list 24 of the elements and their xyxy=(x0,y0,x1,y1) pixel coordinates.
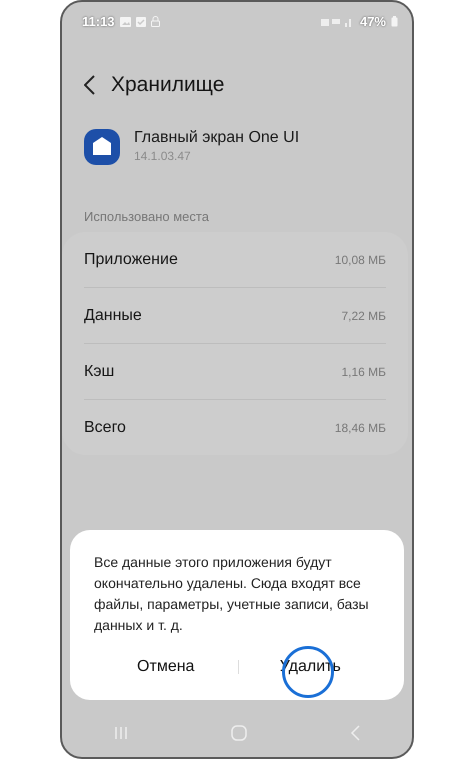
recents-icon[interactable] xyxy=(114,726,128,740)
status-time: 11:13 xyxy=(82,14,115,29)
battery-icon xyxy=(391,16,398,27)
page-title: Хранилище xyxy=(111,73,224,97)
check-icon xyxy=(136,16,146,26)
storage-value: 10,08 МБ xyxy=(334,252,386,266)
dialog-button[interactable]: Отмена xyxy=(129,648,202,686)
section-label: Использовано места xyxy=(83,208,210,224)
app-name: Главный экран One UI xyxy=(134,129,300,147)
battery-percent: 47% xyxy=(360,14,386,29)
app-icon xyxy=(84,129,120,165)
storage-label: Кэш xyxy=(84,362,114,380)
storage-label: Приложение xyxy=(84,250,178,268)
storage-label: Всего xyxy=(84,418,126,436)
home-icon[interactable] xyxy=(230,725,247,741)
storage-value: 1,16 МБ xyxy=(341,364,386,378)
lock-icon xyxy=(150,16,160,27)
storage-value: 7,22 МБ xyxy=(341,308,386,322)
storage-value: 18,46 МБ xyxy=(334,420,386,434)
back-icon[interactable] xyxy=(84,75,95,95)
app-version: 14.1.03.47 xyxy=(134,149,192,163)
image-icon xyxy=(120,16,131,26)
dialog-message: Все данные этого приложения будут окончательно удалены. Сюда входят все файлы, параметры, учетные записи, базы данных и т. д. xyxy=(94,553,370,635)
storage-label: Данные xyxy=(84,306,142,324)
